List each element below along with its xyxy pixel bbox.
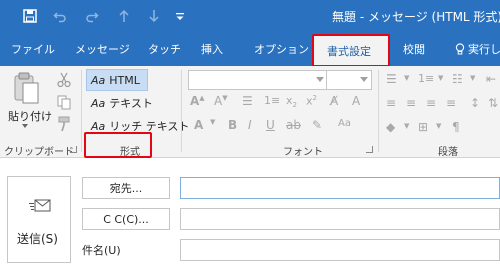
cc-field[interactable] — [180, 208, 500, 230]
ribbon: 貼り付け クリップボード Aa HTML Aa テキスト Aa リッチ テキスト 形式… — [0, 66, 500, 158]
text-effects-icon[interactable]: A — [352, 94, 360, 108]
paste-dropdown-arrow[interactable] — [22, 124, 28, 128]
format-plaintext-button[interactable]: Aa テキスト — [86, 92, 153, 114]
window-title: 無題 - メッセージ (HTML 形式) — [332, 10, 500, 24]
tab-tell-me[interactable]: 実行し — [455, 41, 500, 57]
html-aa-icon: Aa — [91, 73, 106, 87]
to-button[interactable]: 宛先... — [82, 177, 170, 199]
tab-touch[interactable]: タッチ — [148, 41, 181, 57]
chevron-down-icon[interactable]: ▼ — [210, 118, 215, 126]
text-aa-icon: Aa — [91, 96, 106, 110]
subject-label: 件名(U) — [82, 244, 121, 257]
subscript-icon[interactable]: x2 — [286, 94, 297, 109]
ribbon-separator — [181, 70, 182, 152]
paragraph-group-label: 段落 — [438, 147, 458, 158]
font-name-combo[interactable] — [188, 70, 328, 90]
ribbon-separator — [378, 70, 379, 152]
tab-message[interactable]: メッセージ — [75, 41, 130, 57]
chevron-down-icon[interactable]: ▼ — [470, 74, 475, 82]
chevron-down-icon — [316, 77, 324, 82]
decrease-indent-icon[interactable]: ⇤ — [486, 72, 496, 86]
cut-icon[interactable] — [56, 72, 72, 91]
send-envelope-icon — [29, 199, 51, 212]
font-color-icon[interactable]: A — [194, 118, 203, 132]
clear-format-icon[interactable]: A̸ — [330, 94, 338, 108]
superscript-icon[interactable]: x2 — [306, 94, 317, 108]
line-spacing-icon[interactable]: ↕ — [470, 96, 480, 110]
tab-file[interactable]: ファイル — [11, 41, 55, 57]
align-center-icon[interactable]: ≡ — [406, 96, 416, 110]
undo-icon[interactable] — [52, 8, 68, 24]
clipboard-launcher-icon[interactable] — [70, 146, 77, 153]
copy-icon[interactable] — [56, 94, 72, 113]
rich-aa-icon: Aa — [91, 119, 106, 133]
strikethrough-icon[interactable]: ab — [286, 118, 301, 132]
to-field[interactable] — [180, 177, 500, 199]
multilevel-list-icon[interactable]: ☷ — [452, 72, 463, 86]
chevron-down-icon[interactable]: ▼ — [438, 74, 443, 82]
ribbon-tab-strip: ファイル メッセージ タッチ 挿入 オプション 校閲 実行し — [0, 32, 500, 66]
font-size-combo[interactable] — [326, 70, 372, 90]
redo-icon[interactable] — [84, 8, 100, 24]
numbering-icon[interactable]: 1≡ — [264, 94, 280, 107]
paste-icon[interactable] — [12, 72, 42, 109]
underline-icon[interactable]: U — [266, 118, 275, 132]
format-richtext-label: リッチ テキスト — [109, 120, 190, 133]
tab-insert[interactable]: 挿入 — [201, 41, 223, 57]
format-painter-icon[interactable] — [56, 116, 72, 135]
bullets-icon[interactable]: ☰ — [242, 94, 253, 108]
format-richtext-button[interactable]: Aa リッチ テキスト — [86, 115, 189, 137]
customize-qat-icon[interactable] — [172, 8, 188, 24]
paste-button[interactable]: 貼り付け — [8, 108, 52, 124]
up-arrow-icon[interactable] — [116, 8, 132, 24]
format-html-label: HTML — [109, 73, 140, 87]
ribbon-separator — [81, 70, 82, 152]
font-launcher-icon[interactable] — [366, 146, 373, 153]
save-icon[interactable] — [22, 8, 38, 24]
lightbulb-icon — [455, 43, 465, 55]
chevron-down-icon[interactable]: ▼ — [404, 122, 409, 130]
format-group-label: 形式 — [120, 147, 140, 158]
bullet-list-icon[interactable]: ☰ — [386, 72, 397, 86]
grow-font-icon[interactable]: A▲ — [190, 94, 205, 108]
highlight-icon[interactable]: ✎ — [312, 118, 322, 132]
align-left-icon[interactable]: ≡ — [386, 96, 396, 110]
shrink-font-icon[interactable]: A▼ — [214, 94, 228, 108]
font-group-label: フォント — [283, 147, 323, 158]
send-button[interactable] — [7, 176, 71, 263]
borders-icon[interactable]: ⊞ — [418, 120, 428, 134]
format-html-button[interactable]: Aa HTML — [86, 69, 148, 91]
bold-icon[interactable]: B — [228, 118, 237, 132]
tab-review[interactable]: 校閲 — [403, 41, 425, 57]
align-right-icon[interactable]: ≡ — [426, 96, 436, 110]
chevron-down-icon[interactable]: ▼ — [436, 122, 441, 130]
show-marks-icon[interactable]: ¶ — [452, 120, 460, 134]
tell-me-label: 実行し — [468, 43, 500, 56]
justify-icon[interactable]: ≡ — [446, 96, 456, 110]
outlook-message-window: 無題 - メッセージ (HTML 形式) ファイル メッセージ タッチ 挿入 オ… — [0, 0, 500, 269]
cc-button[interactable]: C C(C)... — [82, 208, 170, 230]
tab-format-text[interactable]: 書式設定 — [314, 36, 388, 66]
italic-icon[interactable]: I — [248, 118, 252, 132]
chevron-down-icon — [360, 77, 368, 82]
subject-field[interactable] — [180, 239, 500, 261]
down-arrow-icon[interactable] — [146, 8, 162, 24]
tab-options[interactable]: オプション — [254, 41, 309, 57]
tab-format-text-label: 書式設定 — [327, 45, 371, 58]
send-button-label: 送信(S) — [17, 232, 58, 246]
chevron-down-icon[interactable]: ▼ — [404, 74, 409, 82]
numbered-list-icon[interactable]: 1≡ — [418, 72, 434, 85]
clipboard-group-label: クリップボード — [4, 147, 74, 158]
shading-icon[interactable]: ◆ — [386, 120, 395, 134]
title-bar: 無題 - メッセージ (HTML 形式) — [0, 0, 500, 32]
change-case-icon[interactable]: Aa — [338, 118, 351, 129]
sort-icon[interactable]: ⇅ — [488, 96, 498, 110]
format-plaintext-label: テキスト — [109, 97, 153, 110]
